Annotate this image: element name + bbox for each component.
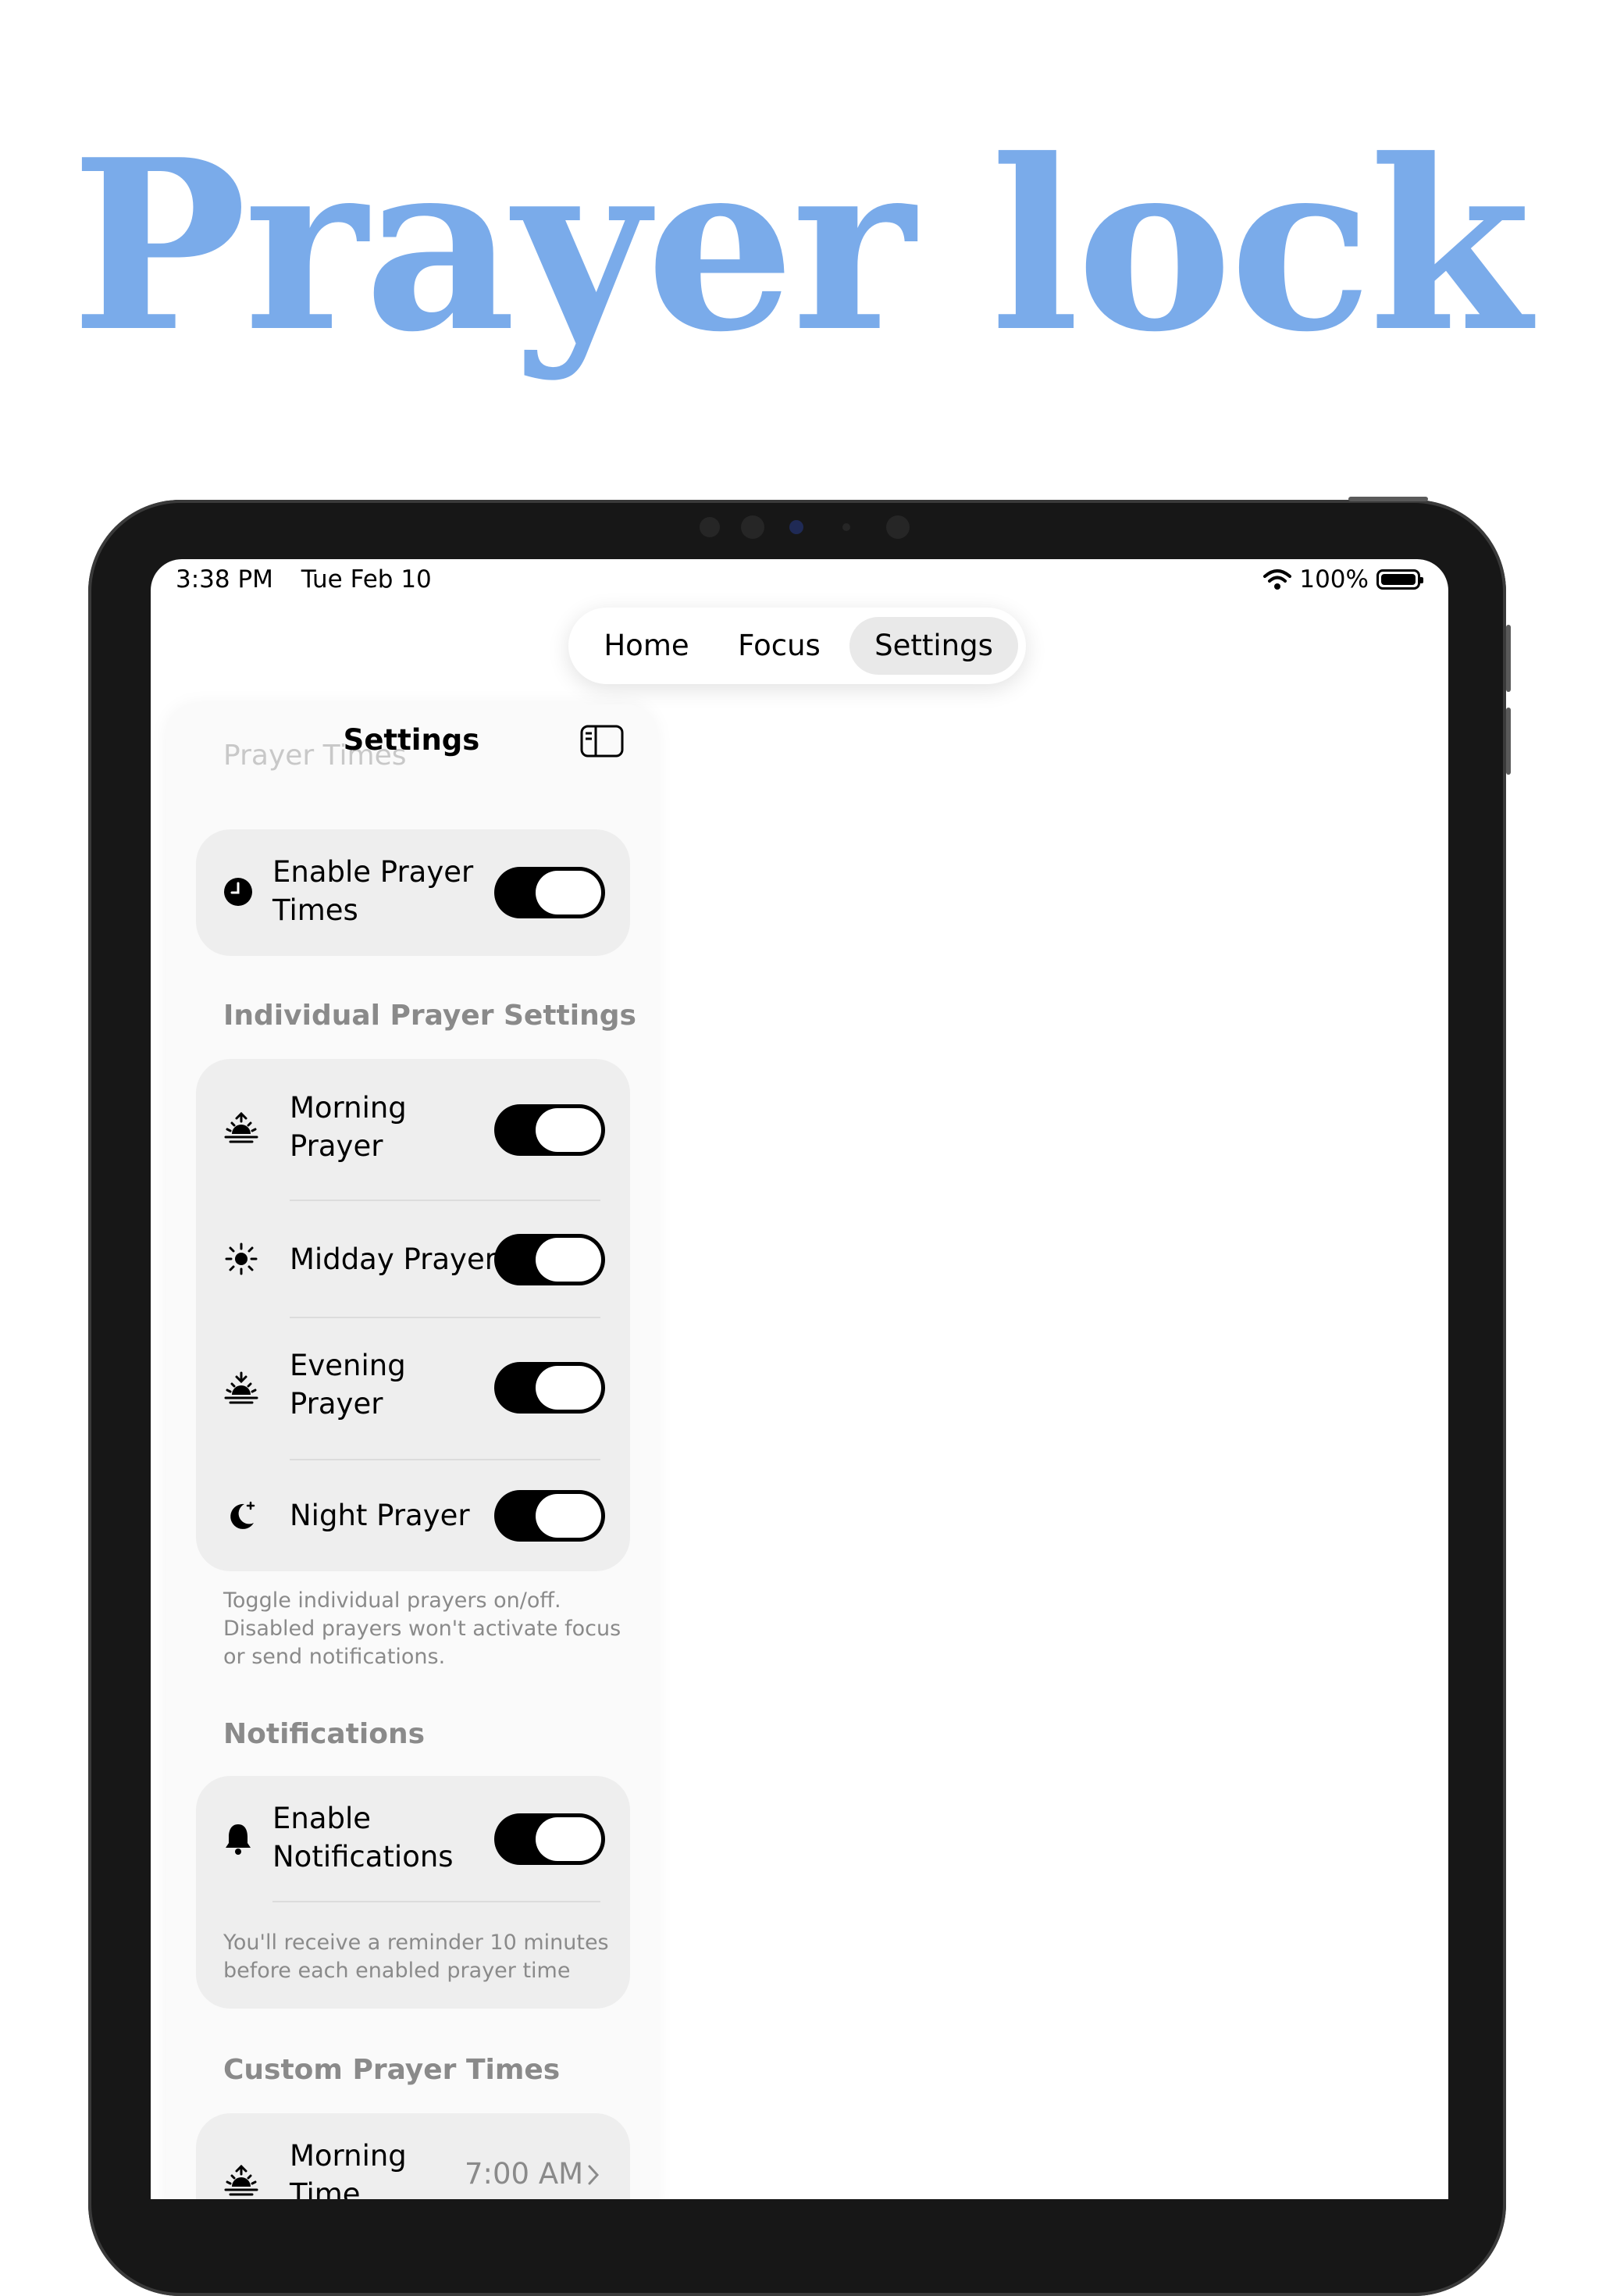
camera-sensor [886, 515, 910, 539]
sun-icon [225, 1242, 258, 1275]
clock-icon [224, 878, 252, 906]
morning-prayer-switch[interactable] [494, 1104, 605, 1156]
individual-prayers-footnote: Toggle individual prayers on/off. Disabl… [223, 1587, 621, 1671]
camera-sensor [741, 515, 764, 539]
volume-down-button [1506, 708, 1511, 775]
enable-notifications-switch[interactable] [494, 1813, 605, 1865]
individual-prayer-settings-header: Individual Prayer Settings [223, 1000, 636, 1032]
sunrise-icon [224, 2164, 258, 2196]
moon-stars-icon [230, 1501, 255, 1529]
sunset-icon [224, 1371, 258, 1404]
notifications-group: Enable Notifications You'll receive a re… [196, 1776, 630, 2009]
battery-percent: 100% [1299, 565, 1369, 594]
night-prayer-row: Night Prayer [196, 1460, 630, 1571]
enable-notifications-label: Enable [272, 1802, 372, 1835]
status-time: 3:38 PM [176, 565, 273, 594]
morning-prayer-label: Morning [290, 1091, 407, 1125]
notifications-header: Notifications [223, 1718, 426, 1750]
midday-prayer-label: Midday Prayer [290, 1242, 497, 1276]
notifications-footnote: You'll receive a reminder 10 minutes bef… [223, 1929, 609, 1985]
status-bar: 3:38 PM Tue Feb 10 100% [151, 559, 1448, 601]
morning-prayer-row: Morning Prayer [196, 1059, 630, 1200]
evening-prayer-switch[interactable] [494, 1362, 605, 1414]
tab-bar: Home Focus Settings [568, 608, 1026, 684]
individual-prayers-group: Morning Prayer Midday Prayer Evening Pra… [196, 1059, 630, 1571]
evening-prayer-label: Evening [290, 1349, 406, 1382]
evening-prayer-row: Evening Prayer [196, 1318, 630, 1459]
tab-settings[interactable]: Settings [849, 617, 1018, 675]
morning-time-label-2: Time [290, 2177, 361, 2199]
tab-focus[interactable]: Focus [717, 617, 842, 675]
settings-sidebar: Prayer Times Settings Enable Prayer Time… [166, 704, 657, 2199]
morning-time-label: Morning [290, 2139, 407, 2173]
enable-prayer-times-label-2: Times [272, 893, 358, 927]
midday-prayer-switch[interactable] [494, 1234, 605, 1285]
ipad-screen: 3:38 PM Tue Feb 10 100% Home Focus Setti… [151, 559, 1448, 2199]
sunrise-icon [224, 1111, 258, 1143]
enable-notifications-label-2: Notifications [272, 1840, 454, 1874]
top-button [1348, 497, 1428, 501]
night-prayer-switch[interactable] [494, 1490, 605, 1542]
bell-icon [226, 1824, 251, 1855]
sidebar-toggle-icon[interactable] [580, 725, 624, 758]
morning-time-row[interactable]: Morning Time 7:00 AM [196, 2113, 630, 2199]
battery-icon [1376, 569, 1423, 590]
prayer-times-group: Enable Prayer Times [196, 829, 630, 956]
custom-prayer-times-group: Morning Time 7:00 AM [196, 2113, 630, 2199]
morning-time-value: 7:00 AM [465, 2157, 584, 2191]
enable-notifications-row: Enable Notifications [196, 1776, 630, 1901]
status-date: Tue Feb 10 [301, 565, 432, 594]
footnote-line: before each enabled prayer time [223, 1959, 571, 1983]
camera-sensor [700, 517, 720, 537]
enable-prayer-times-row: Enable Prayer Times [196, 829, 630, 956]
tab-home[interactable]: Home [584, 617, 709, 675]
enable-prayer-times-label: Enable Prayer [272, 855, 474, 889]
footnote-line: You'll receive a reminder 10 minutes [223, 1931, 609, 1955]
footnote-line: Disabled prayers won't activate focus [223, 1617, 621, 1641]
divider [272, 1901, 600, 1902]
morning-prayer-label-2: Prayer [290, 1129, 383, 1163]
chevron-right-icon [588, 2165, 600, 2185]
volume-up-button [1506, 625, 1511, 692]
evening-prayer-label-2: Prayer [290, 1387, 383, 1421]
enable-prayer-times-switch[interactable] [494, 867, 605, 918]
camera-sensor [842, 523, 850, 531]
footnote-line: Toggle individual prayers on/off. [223, 1588, 561, 1613]
front-camera [789, 520, 803, 534]
midday-prayer-row: Midday Prayer [196, 1201, 630, 1317]
custom-prayer-times-header: Custom Prayer Times [223, 2054, 561, 2086]
wifi-icon [1263, 569, 1292, 590]
headline: Prayer lock [70, 108, 1531, 383]
footnote-line: or send notifications. [223, 1645, 446, 1669]
night-prayer-label: Night Prayer [290, 1499, 470, 1532]
